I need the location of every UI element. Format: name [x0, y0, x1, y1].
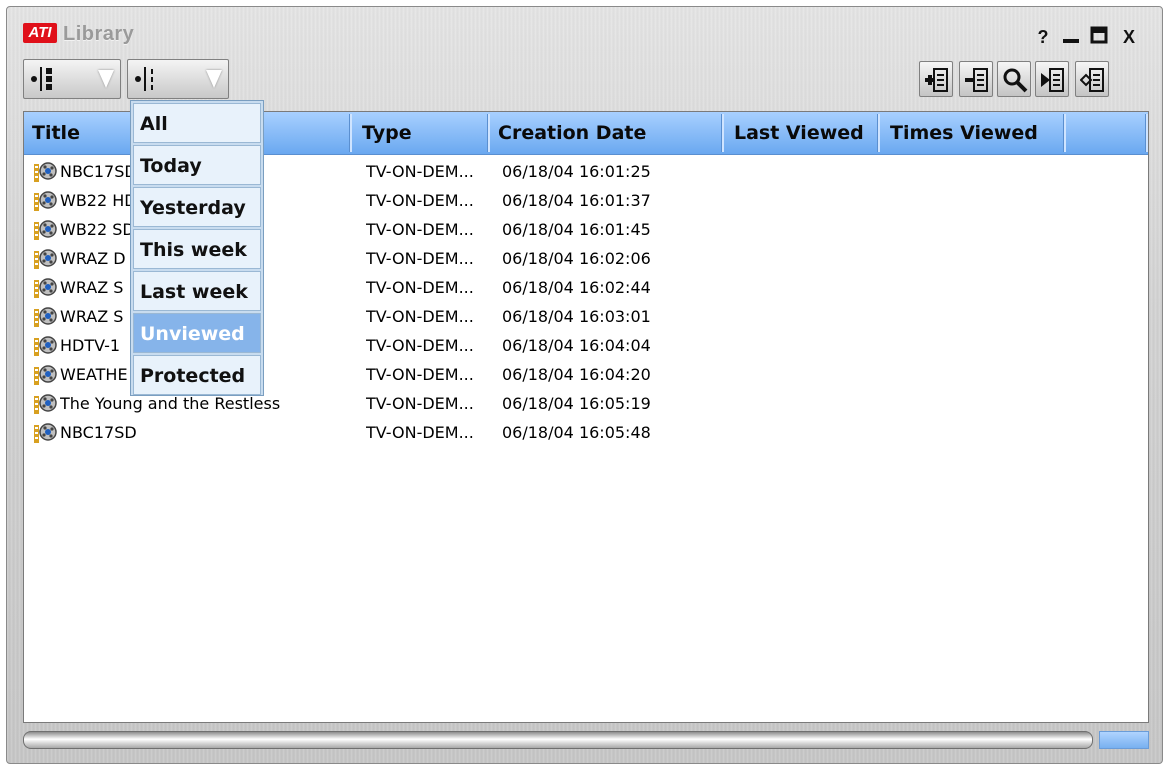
row-type: TV-ON-DEM...	[366, 423, 474, 442]
row-type: TV-ON-DEM...	[366, 249, 474, 268]
chevron-down-icon	[206, 70, 222, 88]
row-type: TV-ON-DEM...	[366, 162, 474, 181]
menu-item-protected[interactable]: Protected	[133, 355, 261, 395]
row-creation-date: 06/18/04 16:05:48	[502, 423, 651, 442]
column-creation-date[interactable]: Creation Date	[492, 114, 724, 152]
maximize-icon	[1090, 26, 1108, 44]
menu-item-yesterday[interactable]: Yesterday	[133, 187, 261, 227]
scrollbar-corner	[1099, 731, 1149, 749]
row-creation-date: 06/18/04 16:05:19	[502, 394, 651, 413]
tv-recording-icon	[34, 423, 57, 443]
play-list-button[interactable]	[1035, 61, 1069, 97]
row-creation-date: 06/18/04 16:01:37	[502, 191, 651, 210]
minimize-icon	[1063, 39, 1079, 43]
column-times-viewed[interactable]: Times Viewed	[884, 114, 1066, 152]
sort-order-dropdown[interactable]	[23, 59, 121, 99]
tv-recording-icon	[34, 278, 57, 298]
row-title: The Young and the Restless	[60, 394, 281, 413]
play-list-icon	[1041, 68, 1064, 92]
add-to-list-icon	[925, 68, 948, 92]
tv-recording-icon	[34, 162, 57, 182]
filter-menu: All Today Yesterday This week Last week …	[130, 100, 264, 396]
column-type[interactable]: Type	[356, 114, 490, 152]
remove-from-list-icon	[965, 68, 988, 92]
menu-item-today[interactable]: Today	[133, 145, 261, 185]
close-button[interactable]: X	[1117, 25, 1141, 49]
help-button[interactable]: ?	[1031, 25, 1055, 49]
tv-recording-icon	[34, 336, 57, 356]
minimize-button[interactable]	[1059, 25, 1083, 49]
sort-order-icon	[31, 67, 52, 91]
column-extra[interactable]	[1070, 114, 1148, 152]
tv-recording-icon	[34, 191, 57, 211]
row-type: TV-ON-DEM...	[366, 220, 474, 239]
row-creation-date: 06/18/04 16:04:20	[502, 365, 651, 384]
filter-dropdown[interactable]	[127, 59, 229, 99]
row-type: TV-ON-DEM...	[366, 278, 474, 297]
search-icon	[1003, 68, 1028, 93]
ati-logo: ATI	[23, 23, 57, 43]
add-to-list-button[interactable]	[919, 61, 953, 97]
tv-recording-icon	[34, 220, 57, 240]
row-type: TV-ON-DEM...	[366, 307, 474, 326]
horizontal-scrollbar[interactable]	[23, 731, 1093, 749]
tv-recording-icon	[34, 307, 57, 327]
properties-icon	[1080, 68, 1104, 92]
library-window: ATI Library ? X Title Type Creation Date…	[6, 6, 1163, 764]
chevron-down-icon	[98, 70, 114, 88]
row-type: TV-ON-DEM...	[366, 191, 474, 210]
remove-from-list-button[interactable]	[959, 61, 993, 97]
row-creation-date: 06/18/04 16:01:45	[502, 220, 651, 239]
row-creation-date: 06/18/04 16:02:06	[502, 249, 651, 268]
tv-recording-icon	[34, 394, 57, 414]
column-last-viewed[interactable]: Last Viewed	[728, 114, 880, 152]
menu-item-this-week[interactable]: This week	[133, 229, 261, 269]
row-type: TV-ON-DEM...	[366, 365, 474, 384]
row-type: TV-ON-DEM...	[366, 336, 474, 355]
row-creation-date: 06/18/04 16:04:04	[502, 336, 651, 355]
row-creation-date: 06/18/04 16:02:44	[502, 278, 651, 297]
table-row[interactable]: NBC17SD TV-ON-DEM... 06/18/04 16:05:48	[24, 419, 1148, 447]
menu-item-all[interactable]: All	[133, 103, 261, 143]
row-type: TV-ON-DEM...	[366, 394, 474, 413]
menu-item-last-week[interactable]: Last week	[133, 271, 261, 311]
tv-recording-icon	[34, 365, 57, 385]
properties-button[interactable]	[1075, 61, 1109, 97]
row-title: NBC17SD	[60, 423, 137, 442]
row-creation-date: 06/18/04 16:01:25	[502, 162, 651, 181]
window-title: Library	[63, 23, 135, 45]
row-creation-date: 06/18/04 16:03:01	[502, 307, 651, 326]
maximize-button[interactable]	[1087, 25, 1111, 49]
tv-recording-icon	[34, 249, 57, 269]
numbered-list-icon	[135, 67, 153, 91]
menu-item-unviewed[interactable]: Unviewed	[133, 313, 261, 353]
search-button[interactable]	[997, 61, 1031, 97]
